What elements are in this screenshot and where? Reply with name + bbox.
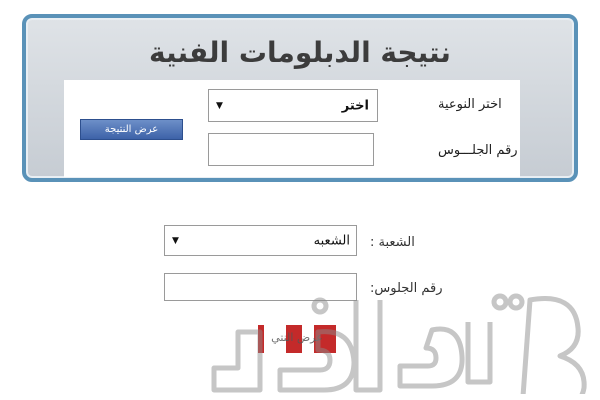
lower-show-result-button[interactable]: عرض النتي [258,325,336,353]
division-label: الشعبة : [370,235,415,250]
seat-number-label: رقم الجلـــوس [438,143,518,158]
page-title: نتيجة الدبلومات الفنية [149,36,451,69]
lower-seat-number-label: رقم الجلوس: [370,281,443,296]
lower-seat-number-input[interactable] [164,273,357,301]
type-label: اختر النوعية [438,97,502,112]
type-select[interactable]: اختر ▼ [208,89,378,122]
division-select[interactable]: الشعبه ▼ [164,225,357,256]
dropdown-arrow-icon: ▼ [216,100,223,111]
seat-number-input[interactable] [208,133,374,166]
type-select-value: اختر [341,98,369,113]
show-result-button[interactable]: عرض النتيجة [80,119,183,140]
division-select-value: الشعبه [313,233,350,248]
lower-show-result-label: عرض النتي [271,331,323,344]
dropdown-arrow-icon: ▼ [172,235,179,246]
